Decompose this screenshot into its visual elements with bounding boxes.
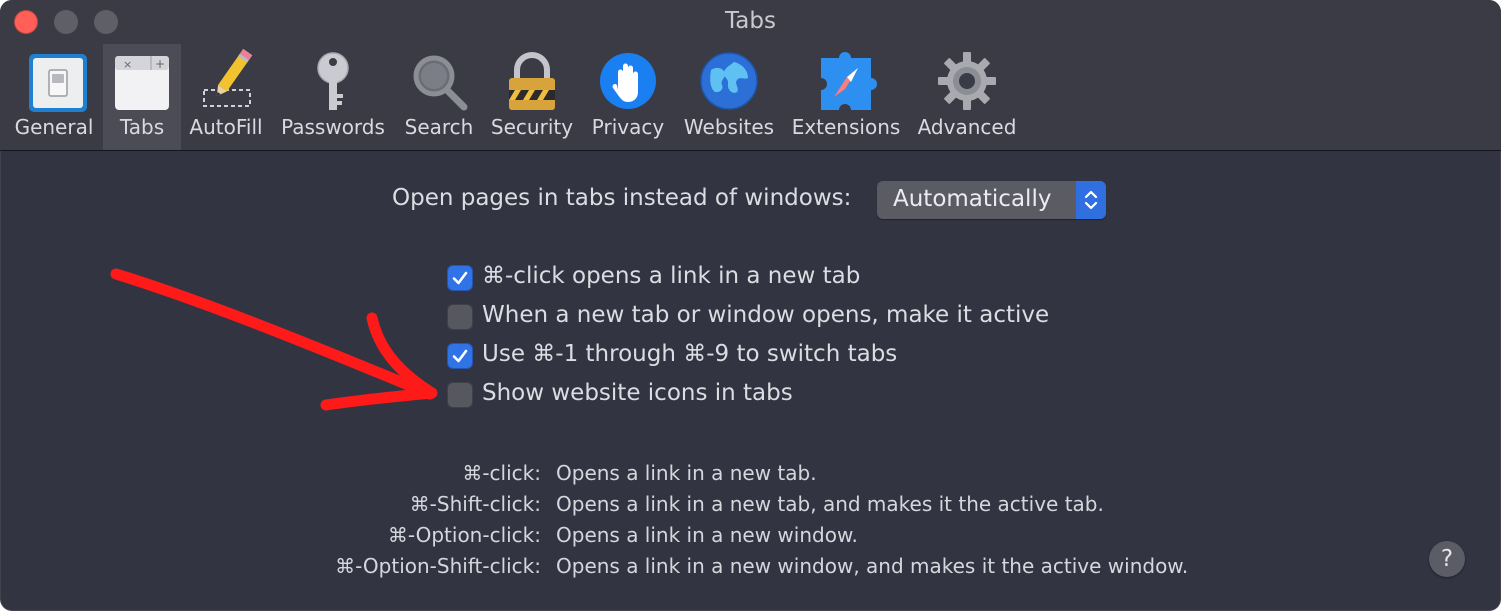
tab-label: Extensions [791, 115, 901, 139]
tab-search[interactable]: Search [398, 44, 480, 150]
tab-label: Search [404, 115, 474, 139]
help-description: Opens a link in a new tab, and makes it … [556, 492, 1104, 516]
help-row: ⌘-Option-Shift-click: Opens a link in a … [0, 554, 1200, 580]
help-row: ⌘-click: Opens a link in a new tab. [0, 461, 1200, 487]
help-button[interactable]: ? [1429, 541, 1465, 577]
magnifier-icon [413, 55, 468, 111]
help-shortcut: ⌘-Shift-click: [409, 492, 541, 516]
tab-label: General [14, 115, 94, 139]
preferences-window: Tabs General × + Tabs AutoFill Passwords… [0, 0, 1501, 611]
hand-icon [600, 53, 656, 109]
help-description: Opens a link in a new window. [556, 523, 858, 547]
padlock-icon [509, 52, 555, 110]
tab-autofill[interactable]: AutoFill [186, 44, 266, 150]
tab-label: Security [490, 115, 574, 139]
tab-label: Privacy [591, 115, 665, 139]
tab-privacy[interactable]: Privacy [586, 44, 670, 150]
pencil-icon [203, 48, 253, 107]
window-title: Tabs [725, 8, 776, 34]
tab-websites[interactable]: Websites [680, 44, 778, 150]
tab-label: AutoFill [189, 115, 263, 139]
svg-text:×: × [123, 58, 132, 71]
globe-icon [700, 52, 758, 110]
help-shortcut: ⌘-Option-Shift-click: [335, 554, 541, 578]
checkbox[interactable] [447, 304, 473, 330]
checkbox[interactable] [447, 343, 473, 369]
help-description: Opens a link in a new window, and makes … [556, 554, 1189, 578]
checkmark-icon [452, 271, 468, 285]
puzzle-compass-icon [821, 52, 877, 110]
tab-security[interactable]: Security [487, 44, 577, 150]
svg-text:+: + [155, 57, 165, 71]
open-pages-label: Open pages in tabs instead of windows: [392, 185, 852, 211]
tabs-icon: × + [115, 56, 169, 110]
open-pages-popup[interactable]: Automatically [877, 181, 1106, 219]
checkmark-icon [452, 349, 468, 363]
help-shortcut: ⌘-Option-click: [387, 523, 541, 547]
gear-icon [938, 52, 996, 110]
tab-label: Passwords [281, 115, 385, 139]
tab-label: Tabs [119, 115, 165, 139]
key-icon [317, 52, 349, 110]
checkbox-label: ⌘-click opens a link in a new tab [482, 263, 861, 289]
general-switch-icon [29, 54, 87, 112]
checkbox[interactable] [447, 265, 473, 291]
tab-label: Websites [683, 115, 775, 139]
tab-advanced[interactable]: Advanced [913, 44, 1021, 150]
help-row: ⌘-Shift-click: Opens a link in a new tab… [0, 492, 1200, 518]
checkbox-label: When a new tab or window opens, make it … [482, 302, 1050, 328]
tabs-pane: Open pages in tabs instead of windows: A… [0, 151, 1501, 611]
help-description: Opens a link in a new tab. [556, 461, 817, 485]
tab-label: Advanced [917, 115, 1017, 139]
checkbox-label: Use ⌘-1 through ⌘-9 to switch tabs [482, 341, 898, 367]
toolbar: Tabs General × + Tabs AutoFill Passwords… [0, 0, 1501, 151]
popup-stepper-icon [1076, 181, 1106, 219]
checkbox-label: Show website icons in tabs [482, 380, 793, 406]
help-shortcut: ⌘-click: [462, 461, 541, 485]
tab-extensions[interactable]: Extensions [788, 44, 904, 150]
tab-passwords[interactable]: Passwords [277, 44, 389, 150]
help-row: ⌘-Option-click: Opens a link in a new wi… [0, 523, 1200, 549]
checkbox[interactable] [447, 382, 473, 408]
open-pages-value: Automatically [893, 186, 1052, 212]
tab-tabs[interactable]: × + Tabs [103, 44, 181, 150]
tab-general[interactable]: General [10, 44, 98, 150]
